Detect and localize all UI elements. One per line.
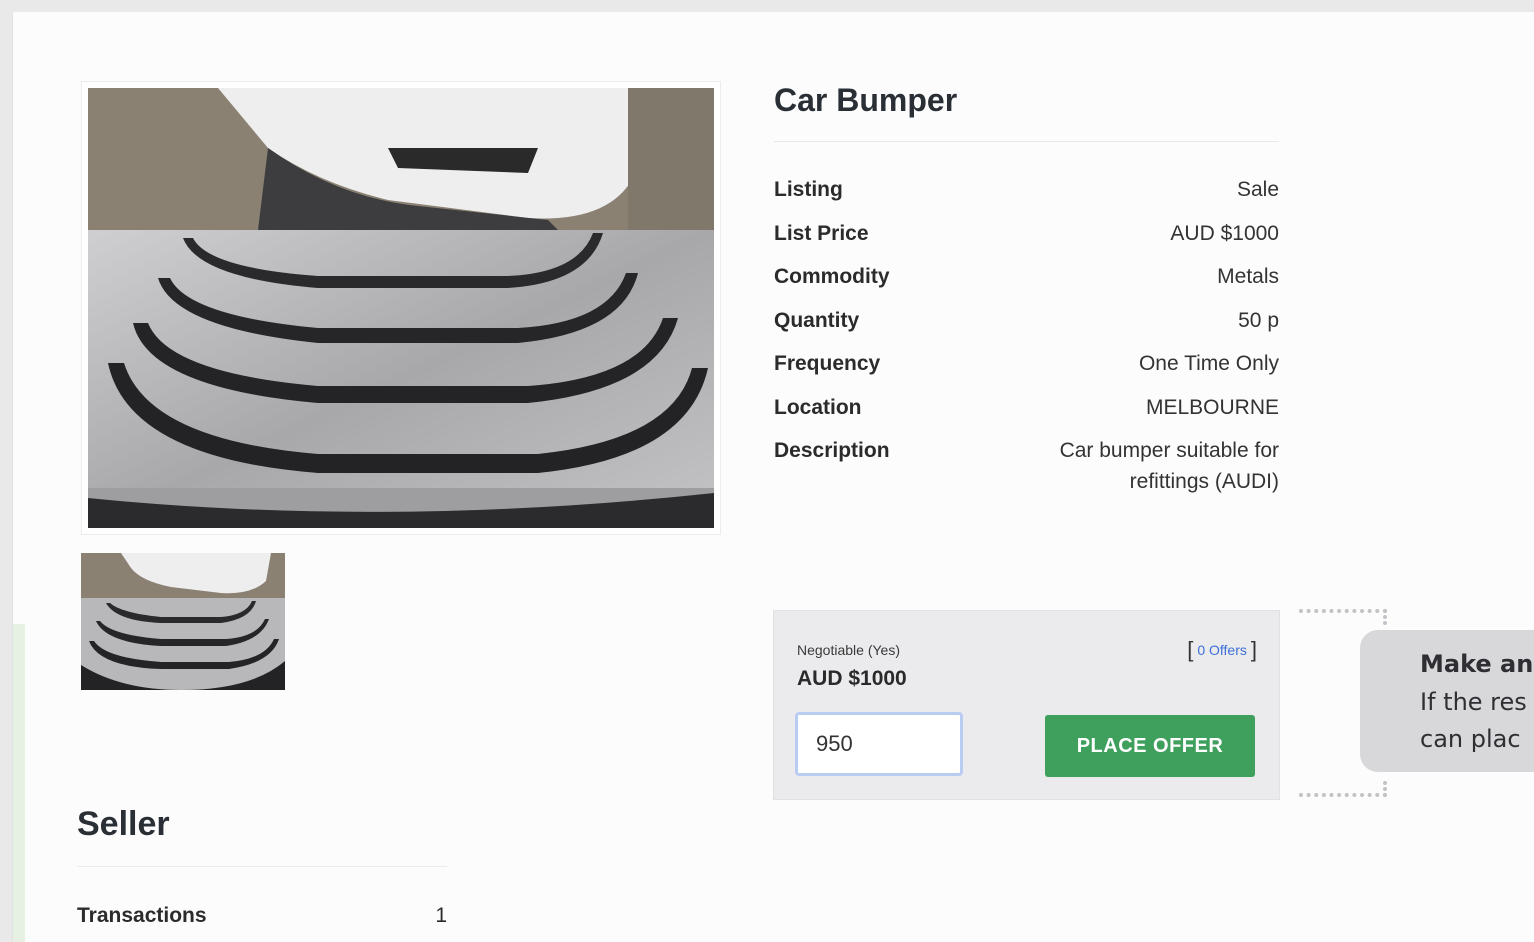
offer-amount-input[interactable] bbox=[795, 712, 963, 776]
tooltip-title: Make an bbox=[1420, 650, 1534, 678]
listing-page: Car Bumper Listing Sale List Price AUD $… bbox=[12, 12, 1534, 942]
spec-value: AUD $1000 bbox=[1170, 221, 1279, 245]
offer-panel: Negotiable (Yes) [0 Offers] AUD $1000 PL… bbox=[773, 610, 1280, 800]
spec-label: Frequency bbox=[774, 352, 881, 375]
spec-value: Car bumper suitable for refittings (AUDI… bbox=[1059, 439, 1279, 493]
offers-count-link-wrapper: [0 Offers] bbox=[1187, 637, 1257, 663]
place-offer-button[interactable]: PLACE OFFER bbox=[1045, 715, 1255, 777]
spec-label: Location bbox=[774, 395, 862, 419]
spec-label: Commodity bbox=[774, 265, 890, 288]
spec-label: Description bbox=[774, 439, 890, 462]
spec-label: Quantity bbox=[774, 308, 860, 332]
spec-value: 50 p bbox=[1238, 308, 1279, 332]
main-product-photo[interactable] bbox=[88, 88, 714, 528]
offers-count-link[interactable]: 0 Offers bbox=[1193, 642, 1251, 658]
spec-value: Metals bbox=[1217, 265, 1279, 288]
spec-row-quantity: Quantity 50 p bbox=[774, 309, 1279, 353]
listing-title: Car Bumper bbox=[774, 82, 958, 118]
seller-divider bbox=[77, 866, 447, 867]
spec-row-location: Location MELBOURNE bbox=[774, 396, 1279, 440]
bracket-close: ] bbox=[1250, 637, 1257, 662]
spec-value: Sale bbox=[1236, 178, 1279, 201]
spec-value: One Time Only bbox=[1138, 352, 1279, 375]
spec-row-list-price: List Price AUD $1000 bbox=[774, 222, 1279, 266]
seller-value: 1 bbox=[435, 904, 447, 927]
tooltip-line: If the res bbox=[1420, 688, 1527, 716]
spec-row-description: Description Car bumper suitable for refi… bbox=[774, 439, 1279, 493]
help-tooltip: Make an If the res can plac bbox=[1360, 630, 1534, 772]
tooltip-line: can plac bbox=[1420, 725, 1521, 753]
offer-price: AUD $1000 bbox=[797, 667, 907, 690]
spec-value: MELBOURNE bbox=[1145, 395, 1279, 419]
spec-row-listing: Listing Sale bbox=[774, 178, 1279, 222]
spec-label: Listing bbox=[774, 178, 843, 201]
main-photo-frame bbox=[81, 81, 721, 535]
connector-dots-bottom bbox=[1299, 781, 1387, 797]
side-accent bbox=[13, 624, 25, 942]
title-divider bbox=[774, 141, 1279, 142]
negotiable-label: Negotiable (Yes) bbox=[797, 642, 900, 658]
spec-row-commodity: Commodity Metals bbox=[774, 265, 1279, 309]
spec-row-frequency: Frequency One Time Only bbox=[774, 352, 1279, 396]
connector-dots-top bbox=[1299, 609, 1387, 625]
spec-label: List Price bbox=[774, 221, 869, 245]
thumbnail-photo[interactable] bbox=[81, 553, 285, 690]
seller-heading: Seller bbox=[77, 805, 170, 843]
seller-label: Transactions bbox=[77, 904, 207, 927]
seller-row-transactions: Transactions 1 bbox=[77, 904, 447, 928]
spec-list: Listing Sale List Price AUD $1000 Commod… bbox=[774, 178, 1279, 493]
